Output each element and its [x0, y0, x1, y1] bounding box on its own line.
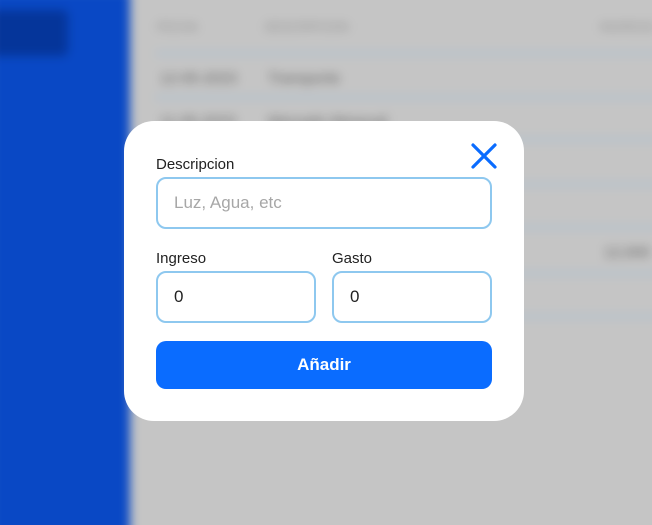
- income-input[interactable]: [156, 271, 316, 323]
- expense-label: Gasto: [332, 250, 373, 267]
- expense-input[interactable]: [332, 271, 492, 323]
- add-button[interactable]: Añadir: [156, 341, 492, 389]
- description-input[interactable]: [156, 177, 492, 229]
- income-label: Ingreso: [156, 250, 207, 267]
- add-transaction-modal: Descripcion Ingreso Gasto Añadir: [124, 121, 524, 421]
- close-button[interactable]: [470, 142, 498, 170]
- screen: FECHA DESCRIPCION INGRESO 12-05-2023 Tra…: [0, 0, 652, 525]
- close-icon: [471, 143, 497, 169]
- description-label: Descripcion: [156, 156, 235, 173]
